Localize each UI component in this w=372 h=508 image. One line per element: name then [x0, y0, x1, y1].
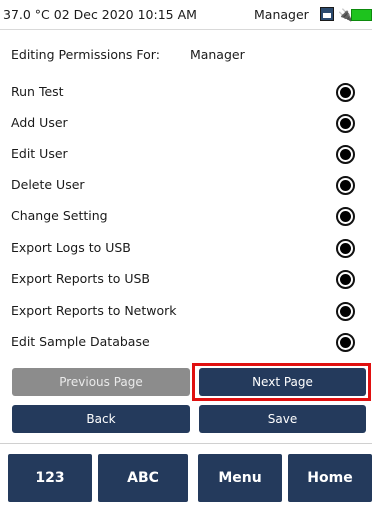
permission-label: Edit User	[11, 146, 68, 161]
permission-radio[interactable]	[336, 333, 355, 352]
bottom-nav: 123 ABC Menu Home	[0, 443, 372, 508]
tab-home[interactable]: Home	[288, 454, 372, 502]
permission-row-add-user[interactable]: Add User	[0, 108, 372, 138]
permission-label: Add User	[11, 115, 68, 130]
permission-label: Run Test	[11, 84, 64, 99]
header-role: Manager	[189, 47, 245, 62]
keyboard-icon	[320, 7, 334, 21]
permission-radio[interactable]	[336, 239, 355, 258]
battery-icon	[351, 9, 372, 21]
permission-radio[interactable]	[336, 83, 355, 102]
tab-123[interactable]: 123	[8, 454, 92, 502]
tab-abc[interactable]: ABC	[98, 454, 188, 502]
status-bar: 37.0 °C 02 Dec 2020 10:15 AM Manager 🔌	[0, 0, 372, 30]
permission-label: Change Setting	[11, 208, 108, 223]
permission-row-delete-user[interactable]: Delete User	[0, 170, 372, 200]
status-user: Manager	[254, 7, 309, 22]
permission-label: Edit Sample Database	[11, 334, 150, 349]
highlight-box	[192, 363, 371, 401]
permission-row-export-reports-network[interactable]: Export Reports to Network	[0, 296, 372, 326]
permission-radio[interactable]	[336, 145, 355, 164]
permission-row-run-test[interactable]: Run Test	[0, 77, 372, 107]
permission-radio[interactable]	[336, 207, 355, 226]
permission-row-edit-sample-database[interactable]: Edit Sample Database	[0, 327, 372, 357]
permissions-header: Editing Permissions For: Manager	[11, 47, 245, 62]
permission-radio[interactable]	[336, 114, 355, 133]
permission-label: Export Logs to USB	[11, 240, 131, 255]
permission-row-export-reports-usb[interactable]: Export Reports to USB	[0, 264, 372, 294]
permission-row-export-logs-usb[interactable]: Export Logs to USB	[0, 233, 372, 263]
permission-label: Delete User	[11, 177, 85, 192]
permission-row-edit-user[interactable]: Edit User	[0, 139, 372, 169]
permission-label: Export Reports to Network	[11, 303, 177, 318]
header-label: Editing Permissions For:	[11, 47, 160, 62]
save-button[interactable]: Save	[199, 405, 366, 433]
tab-menu[interactable]: Menu	[198, 454, 282, 502]
back-button[interactable]: Back	[12, 405, 190, 433]
status-text: 37.0 °C 02 Dec 2020 10:15 AM	[3, 7, 197, 22]
permission-radio[interactable]	[336, 270, 355, 289]
permission-radio[interactable]	[336, 302, 355, 321]
permission-radio[interactable]	[336, 176, 355, 195]
previous-page-button[interactable]: Previous Page	[12, 368, 190, 396]
permission-row-change-setting[interactable]: Change Setting	[0, 201, 372, 231]
permission-label: Export Reports to USB	[11, 271, 150, 286]
